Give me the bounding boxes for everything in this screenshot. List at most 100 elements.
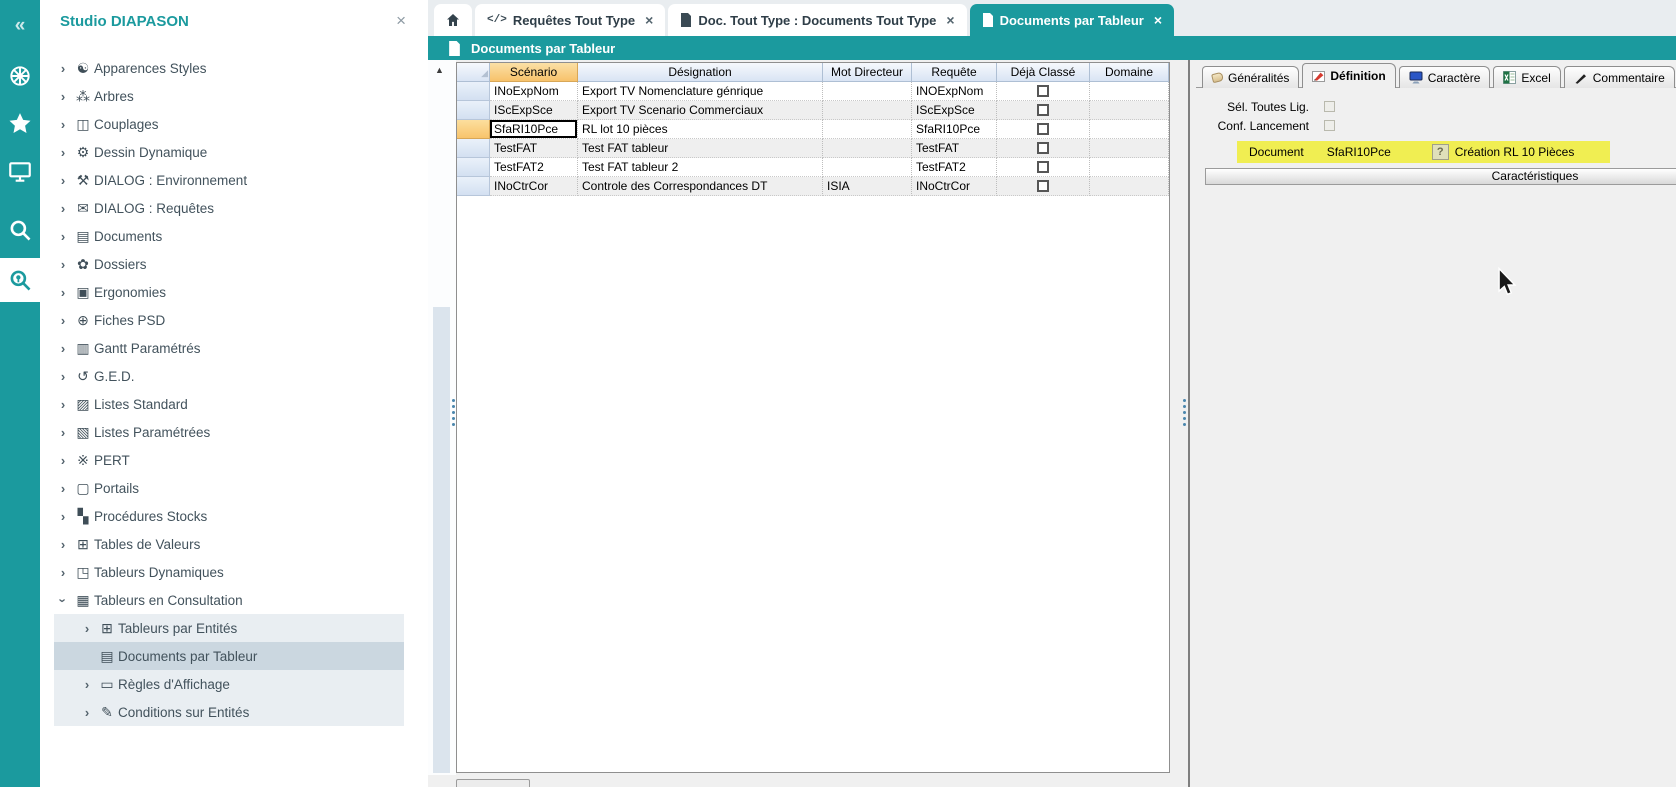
bottom-toolbar-button[interactable] [456, 779, 530, 787]
close-icon[interactable]: × [645, 12, 653, 28]
cell-requete[interactable]: TestFAT [912, 139, 997, 158]
row-handle[interactable] [457, 82, 490, 101]
sidebar-item[interactable]: ▥ Gantt Paramétrés [54, 334, 404, 362]
sidebar-item[interactable]: ▚ Procédures Stocks [54, 502, 404, 530]
chevron-right-icon[interactable] [54, 173, 72, 188]
cell-domaine[interactable] [1090, 158, 1169, 177]
tab-commentaire[interactable]: Commentaire [1564, 66, 1675, 88]
deja-classe-checkbox[interactable] [1037, 142, 1049, 154]
chevron-right-icon[interactable] [54, 537, 72, 552]
sidebar-item[interactable]: ◫ Couplages [54, 110, 404, 138]
chevron-right-icon[interactable] [54, 229, 72, 244]
sidebar-item[interactable]: ▦ Tableurs en Consultation [54, 586, 404, 614]
cell-requete[interactable]: SfaRI10Pce [912, 120, 997, 139]
search-icon[interactable] [0, 210, 40, 250]
chevron-right-icon[interactable] [54, 313, 72, 328]
sidebar-item[interactable]: ✎ Conditions sur Entités [54, 698, 404, 726]
scroll-up-arrow-icon[interactable]: ▲ [435, 65, 444, 75]
tab-doc-tout-type[interactable]: Doc. Tout Type : Documents Tout Type × [668, 4, 966, 36]
sidebar-item[interactable]: ☯ Apparences Styles [54, 54, 404, 82]
sidebar-item[interactable]: ▨ Listes Standard [54, 390, 404, 418]
sidebar-item[interactable]: ✉ DIALOG : Requêtes [54, 194, 404, 222]
cell-mot-directeur[interactable] [823, 139, 912, 158]
cell-requete[interactable]: INOExpNom [912, 82, 997, 101]
row-handle[interactable] [457, 158, 490, 177]
chevron-right-icon[interactable] [54, 201, 72, 216]
sidebar-item[interactable]: ▤ Documents par Tableur [54, 642, 404, 670]
cell-scenario[interactable]: SfaRI10Pce [490, 120, 578, 139]
cell-domaine[interactable] [1090, 82, 1169, 101]
home-tab[interactable] [434, 4, 472, 36]
cell-scenario[interactable]: TestFAT [490, 139, 578, 158]
deja-classe-checkbox[interactable] [1037, 104, 1049, 116]
search-location-icon[interactable] [0, 258, 40, 302]
grid-scrollbar-thumb[interactable] [433, 307, 450, 773]
sidebar-item[interactable]: ↺ G.E.D. [54, 362, 404, 390]
cell-scenario[interactable]: INoExpNom [490, 82, 578, 101]
cell-requete[interactable]: TestFAT2 [912, 158, 997, 177]
sidebar-item[interactable]: ▧ Listes Paramétrées [54, 418, 404, 446]
close-icon[interactable]: × [946, 12, 954, 28]
star-icon[interactable] [0, 104, 40, 144]
monitor-icon[interactable] [0, 152, 40, 192]
chevron-right-icon[interactable] [54, 369, 72, 384]
right-splitter-grip[interactable] [1183, 396, 1186, 429]
chevron-right-icon[interactable] [54, 145, 72, 160]
chevron-right-icon[interactable] [54, 89, 72, 104]
tab-excel[interactable]: Excel [1493, 66, 1560, 88]
cell-mot-directeur[interactable] [823, 120, 912, 139]
sidebar-item[interactable]: ▭ Règles d'Affichage [54, 670, 404, 698]
tab-caractere[interactable]: Caractère [1399, 66, 1491, 88]
chevron-right-icon[interactable] [54, 509, 72, 524]
chevron-right-icon[interactable] [54, 117, 72, 132]
sidebar-item[interactable]: ⊞ Tables de Valeurs [54, 530, 404, 558]
sidebar-item[interactable]: ⊕ Fiches PSD [54, 306, 404, 334]
deja-classe-checkbox[interactable] [1037, 85, 1049, 97]
chevron-right-icon[interactable] [78, 621, 96, 636]
deja-classe-checkbox[interactable] [1037, 123, 1049, 135]
chevron-right-icon[interactable] [54, 341, 72, 356]
deja-classe-checkbox[interactable] [1037, 161, 1049, 173]
tab-requetes-tout-type[interactable]: </> Requêtes Tout Type × [475, 4, 665, 36]
column-header-designation[interactable]: Désignation [578, 63, 823, 82]
cell-scenario[interactable]: TestFAT2 [490, 158, 578, 177]
row-handle[interactable] [457, 177, 490, 196]
tab-definition[interactable]: Définition [1302, 63, 1395, 88]
deja-classe-checkbox[interactable] [1037, 180, 1049, 192]
cell-scenario[interactable]: IScExpSce [490, 101, 578, 120]
chevron-right-icon[interactable] [54, 453, 72, 468]
cell-mot-directeur[interactable] [823, 158, 912, 177]
cell-requete[interactable]: INoCtrCor [912, 177, 997, 196]
cell-domaine[interactable] [1090, 101, 1169, 120]
row-handle[interactable] [457, 101, 490, 120]
conf-lancement-checkbox[interactable] [1324, 120, 1335, 131]
column-header-deja-classe[interactable]: Déjà Classé [997, 63, 1090, 82]
sidebar-item[interactable]: ✿ Dossiers [54, 250, 404, 278]
sidebar-close-icon[interactable]: × [396, 11, 406, 31]
cell-designation[interactable]: Test FAT tableur 2 [578, 158, 823, 177]
column-header-mot-directeur[interactable]: Mot Directeur [823, 63, 912, 82]
sidebar-item[interactable]: ▢ Portails [54, 474, 404, 502]
chevron-right-icon[interactable] [54, 425, 72, 440]
cell-designation[interactable]: Export TV Nomenclature génrique [578, 82, 823, 101]
sidebar-item[interactable]: ⚙ Dessin Dynamique [54, 138, 404, 166]
sidebar-item[interactable]: ▤ Documents [54, 222, 404, 250]
sidebar-item[interactable]: ▣ Ergonomies [54, 278, 404, 306]
chevron-right-icon[interactable] [78, 649, 96, 664]
sidebar-item[interactable]: ◳ Tableurs Dynamiques [54, 558, 404, 586]
chevron-right-icon[interactable] [54, 285, 72, 300]
collapse-sidebar-button[interactable]: « [0, 6, 40, 46]
chevron-right-icon[interactable] [78, 677, 96, 692]
document-code-field[interactable]: SfaRI10Pce [1327, 145, 1432, 159]
row-handle[interactable] [457, 120, 490, 139]
sidebar-item[interactable]: ※ PERT [54, 446, 404, 474]
left-splitter-grip[interactable] [452, 396, 455, 429]
sel-toutes-lig-checkbox[interactable] [1324, 101, 1335, 112]
cell-domaine[interactable] [1090, 139, 1169, 158]
cell-designation[interactable]: Controle des Correspondances DT [578, 177, 823, 196]
sidebar-item[interactable]: ⁂ Arbres [54, 82, 404, 110]
column-header-requete[interactable]: Requête [912, 63, 997, 82]
cell-domaine[interactable] [1090, 177, 1169, 196]
cell-domaine[interactable] [1090, 120, 1169, 139]
cell-designation[interactable]: Export TV Scenario Commerciaux [578, 101, 823, 120]
